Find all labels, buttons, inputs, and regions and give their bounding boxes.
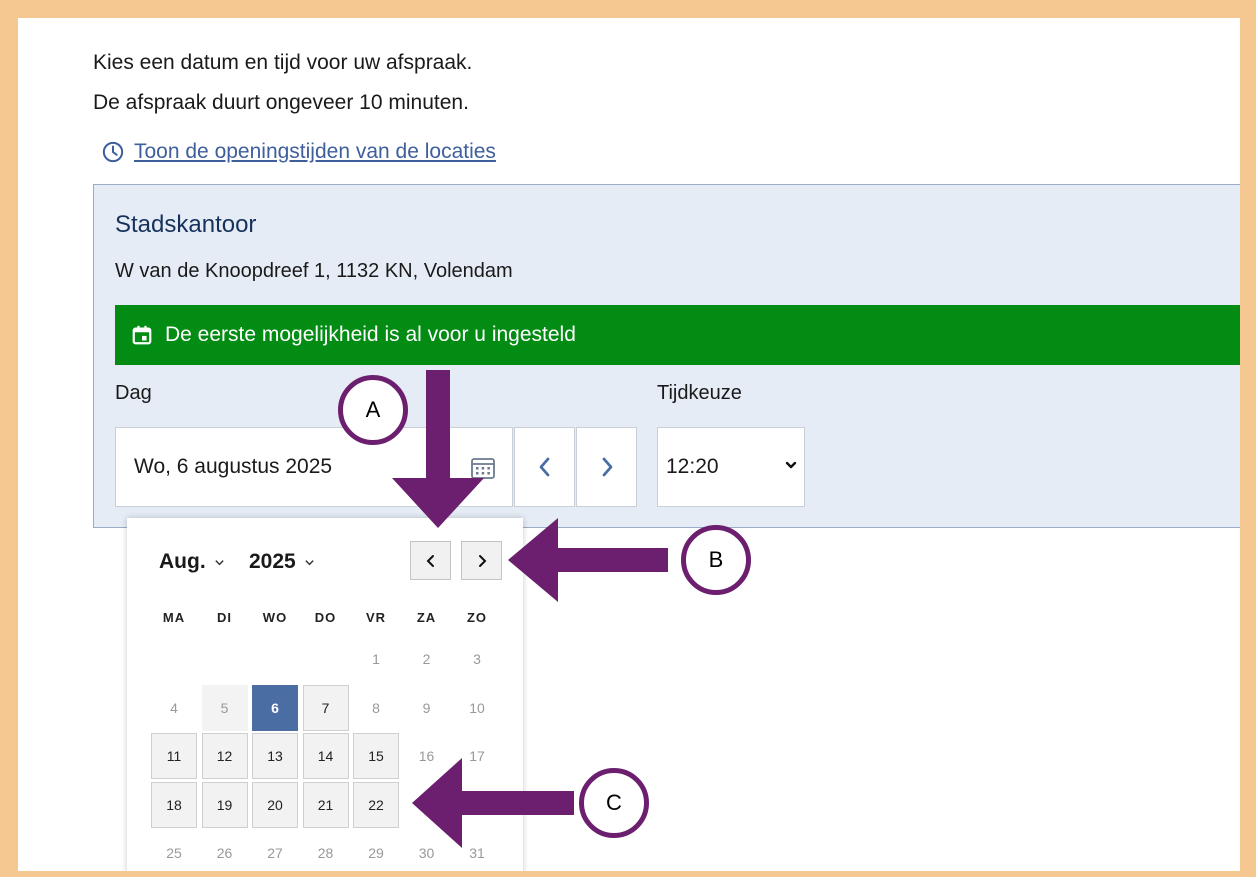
calendar-day: 28 — [317, 845, 334, 861]
clock-icon — [102, 141, 124, 163]
date-input[interactable]: Wo, 6 augustus 2025 — [115, 427, 513, 507]
calendar-day[interactable]: 18 — [151, 781, 197, 828]
banner-text: De eerste mogelijkheid is al voor u inge… — [165, 323, 576, 346]
calendar-day: 1 — [372, 651, 380, 667]
chevron-down-icon — [304, 557, 315, 568]
calendar-day: 17 — [469, 748, 485, 764]
calendar-day[interactable]: 21 — [302, 781, 349, 828]
calendar-day: 10 — [469, 699, 485, 716]
location-panel: Stadskantoor W van de Knoopdreef 1, 1132… — [93, 184, 1240, 528]
time-select[interactable]: 12:20 — [657, 427, 805, 507]
chevron-down-icon — [784, 458, 798, 477]
year-select-value: 2025 — [249, 550, 296, 573]
calendar-day[interactable]: 13 — [252, 733, 298, 779]
arrow-b — [508, 518, 668, 602]
calendar-day[interactable]: 14 — [302, 733, 349, 779]
previous-day-button[interactable] — [514, 427, 575, 507]
appointment-page: Kies een datum en tijd voor uw afspraak.… — [18, 18, 1240, 871]
datepicker-popup: Aug. 2025 MA DI WO DO VR ZA ZO 1 2 3 4 5 6 7 8 9 10 11 12 1… — [127, 518, 523, 871]
calendar-day[interactable]: 20 — [252, 781, 298, 828]
callout-c: C — [579, 768, 649, 838]
date-input-value: Wo, 6 augustus 2025 — [134, 455, 333, 478]
calendar-day: 8 — [372, 699, 380, 716]
calendar-day: 31 — [469, 845, 485, 861]
previous-month-button[interactable] — [410, 541, 451, 580]
month-select-value: Aug. — [159, 550, 206, 573]
callout-b: B — [681, 525, 751, 595]
month-select[interactable]: Aug. — [159, 550, 225, 574]
intro-text-duration: De afspraak duurt ongeveer 10 minuten. — [93, 91, 469, 114]
calendar-day: 24 — [469, 796, 485, 813]
time-select-value: 12:20 — [666, 455, 719, 478]
calendar-day: 30 — [418, 845, 435, 861]
time-label: Tijdkeuze — [657, 382, 742, 404]
weekday-header: ZO — [466, 610, 488, 625]
calendar-day: 2 — [422, 651, 431, 667]
calendar-day[interactable]: 12 — [201, 733, 248, 779]
calendar-day: 27 — [267, 845, 283, 861]
calendar-day: 9 — [422, 699, 431, 716]
calendar-day[interactable]: 7 — [302, 684, 349, 731]
calendar-picker-icon[interactable] — [470, 455, 496, 486]
chevron-right-icon — [599, 456, 615, 478]
day-label: Dag — [115, 382, 152, 404]
next-day-button[interactable] — [576, 427, 637, 507]
intro-text-date-time: Kies een datum en tijd voor uw afspraak. — [93, 51, 473, 74]
weekday-header: MA — [162, 610, 186, 625]
calendar-day: 4 — [170, 699, 178, 716]
calendar-day: 29 — [368, 845, 384, 861]
first-availability-banner: De eerste mogelijkheid is al voor u inge… — [115, 305, 1240, 365]
weekday-header: ZA — [416, 610, 437, 625]
opening-hours-link-label[interactable]: Toon de openingstijden van de locaties — [134, 140, 496, 164]
weekday-header: DO — [314, 610, 337, 625]
year-select[interactable]: 2025 — [249, 550, 315, 574]
next-month-button[interactable] — [461, 541, 502, 580]
weekday-header: WO — [262, 610, 288, 625]
weekday-header: DI — [217, 610, 232, 625]
calendar-day: 25 — [166, 845, 182, 861]
location-address: W van de Knoopdreef 1, 1132 KN, Volendam — [115, 260, 513, 282]
calendar-day[interactable]: 22 — [353, 781, 399, 828]
chevron-left-icon — [425, 554, 437, 568]
weekday-header: VR — [365, 610, 387, 625]
location-name: Stadskantoor — [115, 211, 257, 238]
chevron-down-icon — [214, 557, 225, 568]
calendar-day: 26 — [216, 845, 233, 861]
callout-a: A — [338, 375, 408, 445]
calendar-day: 23 — [418, 796, 435, 813]
chevron-right-icon — [476, 554, 488, 568]
calendar-day: 3 — [473, 651, 481, 667]
calendar-event-icon — [131, 324, 153, 346]
calendar-day[interactable]: 11 — [151, 733, 197, 779]
calendar-day[interactable]: 19 — [201, 781, 248, 828]
calendar-day[interactable]: 15 — [353, 733, 399, 779]
calendar-day-selected[interactable]: 6 — [252, 684, 298, 731]
calendar-day: 5 — [201, 684, 248, 731]
chevron-left-icon — [537, 456, 553, 478]
opening-hours-link[interactable]: Toon de openingstijden van de locaties — [102, 140, 496, 164]
calendar-day: 16 — [418, 748, 435, 764]
